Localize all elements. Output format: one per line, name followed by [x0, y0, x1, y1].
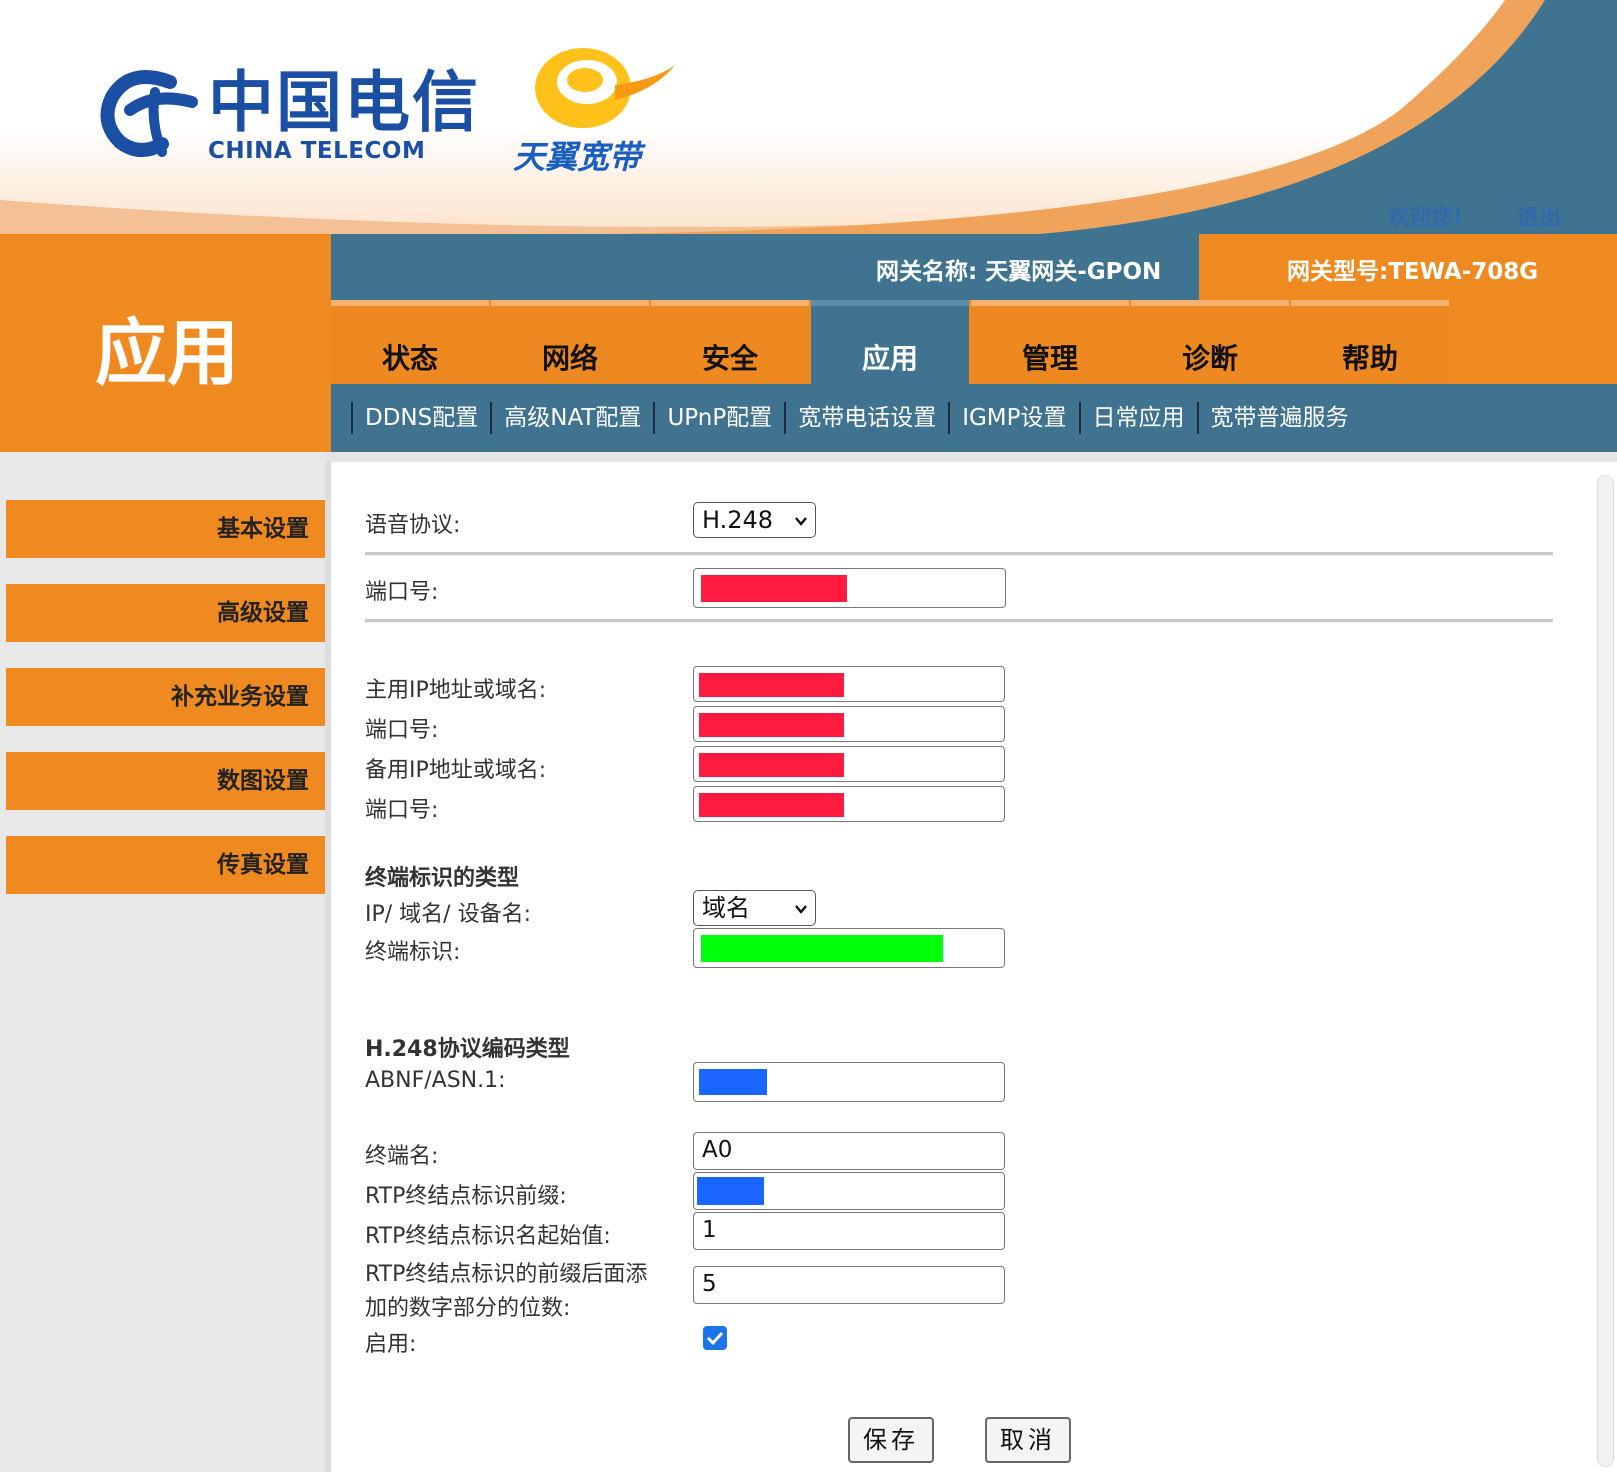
china-telecom-logo: 中国电信 CHINA TELECOM — [100, 62, 478, 172]
subnav-daily-apps[interactable]: 日常应用 — [1078, 402, 1197, 434]
redacted-value — [699, 753, 844, 777]
sidebar-item-basic[interactable]: 基本设置 — [6, 500, 331, 558]
welcome-text: 欢迎您! — [1387, 206, 1464, 231]
terminal-name-value: A0 — [702, 1137, 733, 1163]
subnav-igmp[interactable]: IGMP设置 — [948, 402, 1078, 434]
voice-protocol-select[interactable]: H.248 — [693, 502, 816, 538]
terminal-name-input[interactable]: A0 — [693, 1132, 1005, 1170]
chevron-down-icon — [795, 517, 807, 526]
redacted-value — [701, 935, 943, 962]
cancel-button[interactable]: 取消 — [985, 1417, 1071, 1463]
backup-port-label: 端口号: — [365, 798, 439, 823]
check-icon — [706, 1331, 724, 1346]
rtp-digits-label-line2: 加的数字部分的位数: — [365, 1296, 571, 1321]
sidebar-item-fax[interactable]: 传真设置 — [6, 836, 331, 894]
redacted-value — [701, 575, 847, 602]
tianyi-swirl-icon — [535, 48, 675, 128]
gateway-info-bar: 网关名称: 天翼网关-GPON 网关型号:TEWA-708G — [331, 234, 1617, 300]
enable-checkbox[interactable] — [703, 1326, 727, 1350]
sub-navigation: DDNS配置 高级NAT配置 UPnP配置 宽带电话设置 IGMP设置 日常应用… — [331, 384, 1617, 452]
terminal-id-input[interactable] — [693, 928, 1005, 968]
subnav-ddns[interactable]: DDNS配置 — [351, 402, 490, 434]
tab-security[interactable]: 安全 — [651, 300, 809, 384]
terminal-name-label: 终端名: — [365, 1144, 439, 1169]
rtp-digits-value: 5 — [702, 1271, 717, 1297]
brand-name-en: CHINA TELECOM — [208, 138, 426, 164]
sidebar-item-advanced[interactable]: 高级设置 — [6, 584, 331, 642]
rtp-digits-input[interactable]: 5 — [693, 1266, 1005, 1304]
brand-name-cn: 中国电信 — [208, 63, 480, 141]
subnav-advanced-nat[interactable]: 高级NAT配置 — [490, 402, 653, 434]
terminal-id-label: 终端标识: — [365, 940, 461, 965]
telecom-e-icon — [100, 70, 198, 157]
port-label: 端口号: — [365, 580, 439, 605]
backup-ip-label: 备用IP地址或域名: — [365, 758, 547, 783]
voice-protocol-value: H.248 — [702, 506, 774, 534]
tab-diagnostics[interactable]: 诊断 — [1131, 300, 1289, 384]
tab-application[interactable]: 应用 — [811, 300, 969, 384]
logout-link[interactable]: 退出 — [1517, 200, 1561, 232]
encoding-heading: H.248协议编码类型 — [365, 1037, 570, 1062]
subnav-universal-service[interactable]: 宽带普遍服务 — [1196, 402, 1361, 434]
primary-port-label: 端口号: — [365, 718, 439, 743]
enable-label: 启用: — [365, 1332, 417, 1357]
tab-row-filler — [1451, 300, 1617, 384]
redacted-value — [697, 1177, 764, 1205]
voice-protocol-label: 语音协议: — [365, 513, 461, 538]
divider — [365, 619, 1553, 623]
terminal-id-type-value: 域名 — [702, 894, 750, 922]
content-top-border — [325, 452, 1617, 462]
vertical-scrollbar[interactable] — [1597, 475, 1614, 1467]
rtp-start-label: RTP终结点标识名起始值: — [365, 1224, 611, 1249]
gateway-model-box: 网关型号:TEWA-708G — [1199, 234, 1617, 300]
subnav-voip[interactable]: 宽带电话设置 — [784, 402, 948, 434]
redacted-value — [699, 793, 844, 817]
sub-brand-text: 天翼宽带 — [513, 138, 642, 176]
tab-management[interactable]: 管理 — [971, 300, 1129, 384]
redacted-value — [699, 713, 844, 737]
gateway-model: 网关型号:TEWA-708G — [1287, 259, 1539, 285]
gateway-name: 网关名称: 天翼网关-GPON — [876, 259, 1162, 285]
redacted-value — [699, 1069, 767, 1095]
terminal-id-type-label: IP/ 域名/ 设备名: — [365, 902, 531, 927]
port-input[interactable] — [693, 568, 1006, 608]
sidebar-item-digitmap[interactable]: 数图设置 — [6, 752, 331, 810]
backup-ip-input[interactable] — [693, 746, 1005, 782]
primary-ip-label: 主用IP地址或域名: — [365, 678, 547, 703]
header-banner: 中国电信 CHINA TELECOM 天翼宽带 欢迎您! 退出 — [0, 0, 1617, 234]
rtp-start-value: 1 — [702, 1217, 717, 1243]
rtp-prefix-label: RTP终结点标识前缀: — [365, 1184, 567, 1209]
terminal-id-type-select[interactable]: 域名 — [693, 890, 816, 926]
section-title: 应用 — [95, 311, 240, 395]
tianyi-logo: 天翼宽带 — [505, 40, 685, 180]
subnav-upnp[interactable]: UPnP配置 — [653, 402, 784, 434]
sidebar-item-supplementary[interactable]: 补充业务设置 — [6, 668, 331, 726]
chevron-down-icon — [795, 905, 807, 914]
primary-ip-input[interactable] — [693, 666, 1005, 702]
backup-port-input[interactable] — [693, 786, 1005, 822]
redacted-value — [699, 673, 844, 697]
divider — [365, 552, 1553, 556]
primary-port-input[interactable] — [693, 706, 1005, 742]
tab-status[interactable]: 状态 — [331, 300, 489, 384]
tab-network[interactable]: 网络 — [491, 300, 649, 384]
save-button[interactable]: 保存 — [848, 1417, 934, 1463]
tab-help[interactable]: 帮助 — [1291, 300, 1449, 384]
section-title-block: 应用 — [0, 234, 331, 452]
rtp-digits-label-line1: RTP终结点标识的前缀后面添 — [365, 1262, 648, 1287]
terminal-id-type-heading: 终端标识的类型 — [365, 866, 520, 891]
rtp-start-input[interactable]: 1 — [693, 1212, 1005, 1250]
encoding-label: ABNF/ASN.1: — [365, 1068, 506, 1093]
main-tabs: 状态 网络 安全 应用 管理 诊断 帮助 — [331, 300, 1617, 384]
encoding-input[interactable] — [693, 1062, 1005, 1102]
rtp-prefix-input[interactable] — [693, 1172, 1005, 1210]
